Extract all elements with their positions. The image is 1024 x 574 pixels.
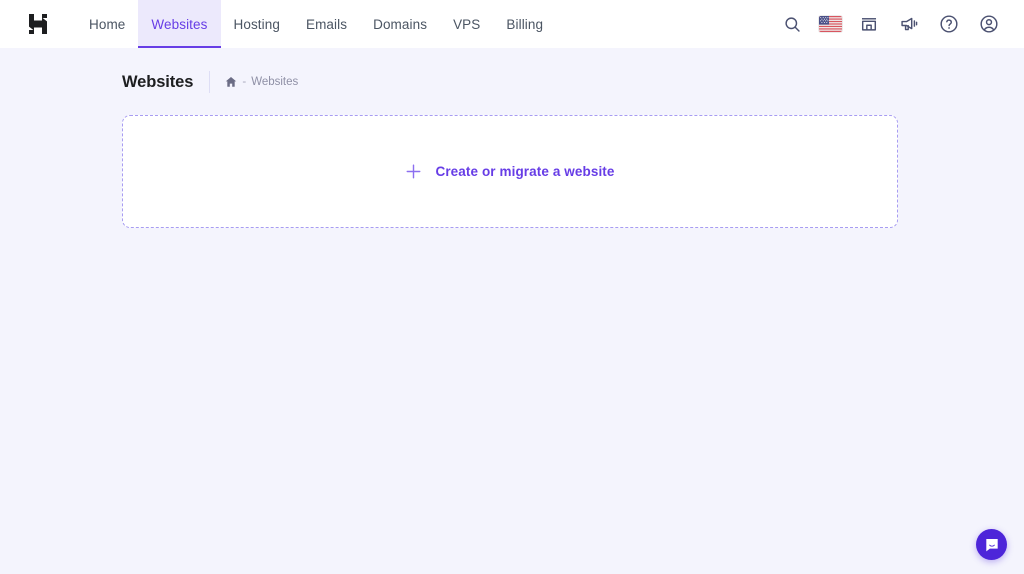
create-card-content: Create or migrate a website xyxy=(405,163,614,180)
nav-item-vps[interactable]: VPS xyxy=(440,0,493,48)
nav-item-label: Emails xyxy=(306,17,347,32)
topbar-actions xyxy=(779,0,1024,48)
nav-item-label: Websites xyxy=(151,17,207,32)
page-title: Websites xyxy=(122,73,193,92)
header-divider xyxy=(209,71,210,93)
hostinger-logo[interactable] xyxy=(0,0,76,48)
create-card-label: Create or migrate a website xyxy=(435,164,614,179)
megaphone-icon[interactable] xyxy=(896,11,922,37)
nav-item-label: Home xyxy=(89,17,125,32)
page-header: Websites - Websites xyxy=(0,70,1024,94)
top-navigation-bar: Home Websites Hosting Emails Domains VPS… xyxy=(0,0,1024,48)
chat-launcher-button[interactable] xyxy=(976,529,1007,560)
nav-item-label: Hosting xyxy=(234,17,280,32)
create-or-migrate-website-card[interactable]: Create or migrate a website xyxy=(122,115,898,228)
nav-item-emails[interactable]: Emails xyxy=(293,0,360,48)
nav-item-hosting[interactable]: Hosting xyxy=(221,0,293,48)
nav-item-domains[interactable]: Domains xyxy=(360,0,440,48)
nav-item-home[interactable]: Home xyxy=(76,0,138,48)
flag-us-icon[interactable] xyxy=(819,16,842,32)
search-icon[interactable] xyxy=(779,11,805,37)
page-content: Websites - Websites Create or migrate a … xyxy=(0,48,1024,228)
main-navigation: Home Websites Hosting Emails Domains VPS… xyxy=(76,0,556,48)
breadcrumb-separator: - xyxy=(242,76,246,88)
nav-item-label: Domains xyxy=(373,17,427,32)
nav-item-label: VPS xyxy=(453,17,480,32)
nav-item-billing[interactable]: Billing xyxy=(493,0,556,48)
home-icon[interactable] xyxy=(225,76,237,88)
breadcrumb-current[interactable]: Websites xyxy=(251,76,298,88)
chat-bubble-icon xyxy=(984,537,1000,553)
nav-item-websites[interactable]: Websites xyxy=(138,0,220,48)
store-icon[interactable] xyxy=(856,11,882,37)
breadcrumb: - Websites xyxy=(225,76,298,88)
nav-item-label: Billing xyxy=(506,17,543,32)
account-avatar-icon[interactable] xyxy=(976,11,1002,37)
plus-icon xyxy=(405,163,422,180)
help-circle-icon[interactable] xyxy=(936,11,962,37)
hostinger-h-logo-icon xyxy=(28,13,48,35)
